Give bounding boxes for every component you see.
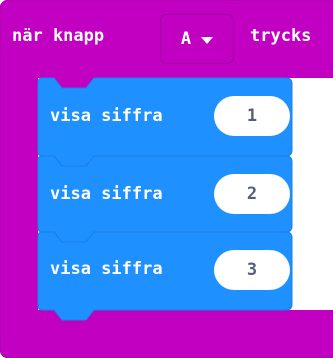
number-input-1[interactable]: 1 — [214, 96, 290, 136]
show-number-label-3: visa siffra — [50, 259, 163, 279]
show-number-label-2: visa siffra — [50, 184, 163, 204]
number-input-3[interactable]: 3 — [214, 250, 290, 290]
show-number-label-1: visa siffra — [50, 106, 163, 126]
on-button-pressed-block[interactable]: när knapp A trycks visa siffra 1 visa si… — [0, 0, 333, 358]
number-input-2[interactable]: 2 — [214, 174, 290, 214]
